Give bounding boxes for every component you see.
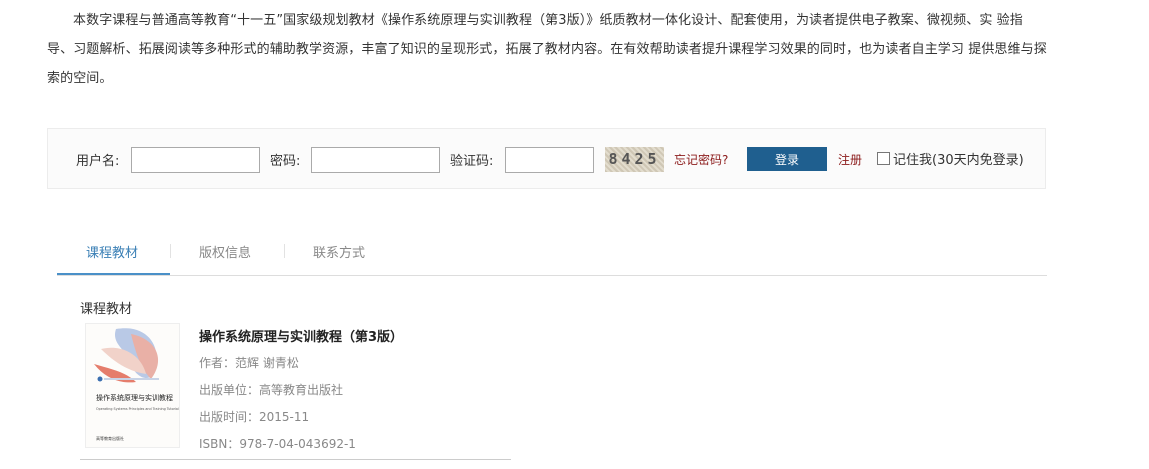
divider-line: [80, 459, 511, 460]
tab-contact[interactable]: 联系方式: [313, 242, 365, 261]
forgot-password-link[interactable]: 忘记密码?: [674, 151, 728, 168]
active-tab-indicator: [57, 273, 170, 275]
remember-me-checkbox[interactable]: [877, 152, 890, 165]
book-isbn: ISBN：978-7-04-043692-1: [199, 437, 356, 451]
password-label: 密码:: [270, 154, 301, 169]
section-title: 课程教材: [80, 302, 133, 317]
remember-me-label: 记住我(30天内免登录): [893, 153, 1024, 168]
captcha-image[interactable]: 8425: [605, 147, 664, 172]
remember-me[interactable]: 记住我(30天内免登录): [877, 149, 1024, 168]
book-author: 作者：范辉 谢青松: [199, 356, 299, 370]
book-publish-date: 出版时间：2015-11: [199, 410, 310, 424]
tab-divider: [170, 244, 171, 258]
tab-divider: [284, 244, 285, 258]
cover-publisher: 高等教育出版社: [96, 435, 124, 441]
login-form: 用户名: 密码: 验证码: 8425 忘记密码? 登录 注册 记住我(30天内免…: [47, 128, 1046, 189]
tab-copyright-info[interactable]: 版权信息: [199, 242, 251, 261]
book-title[interactable]: 操作系统原理与实训教程（第3版）: [199, 326, 403, 345]
login-button[interactable]: 登录: [747, 147, 827, 171]
book-cover-art: 操作系统原理与实训教程 Operating Systems Principles…: [94, 328, 179, 441]
cover-title: 操作系统原理与实训教程: [96, 393, 173, 402]
tab-bar: 课程教材 版权信息 联系方式: [57, 232, 1047, 276]
username-label: 用户名:: [76, 154, 120, 169]
intro-paragraph: 本数字课程与普通高等教育“十一五”国家级规划教材《操作系统原理与实训教程（第3版…: [47, 13, 1047, 86]
username-input[interactable]: [131, 147, 260, 173]
captcha-label: 验证码:: [450, 154, 494, 169]
tab-course-materials[interactable]: 课程教材: [86, 242, 138, 261]
book-publisher: 出版单位：高等教育出版社: [199, 383, 344, 397]
captcha-input[interactable]: [505, 147, 594, 173]
password-input[interactable]: [311, 147, 440, 173]
register-link[interactable]: 注册: [838, 151, 862, 168]
cover-subtitle: Operating Systems Principles and Trainin…: [96, 407, 179, 411]
book-cover-image[interactable]: 操作系统原理与实训教程 Operating Systems Principles…: [85, 323, 180, 448]
